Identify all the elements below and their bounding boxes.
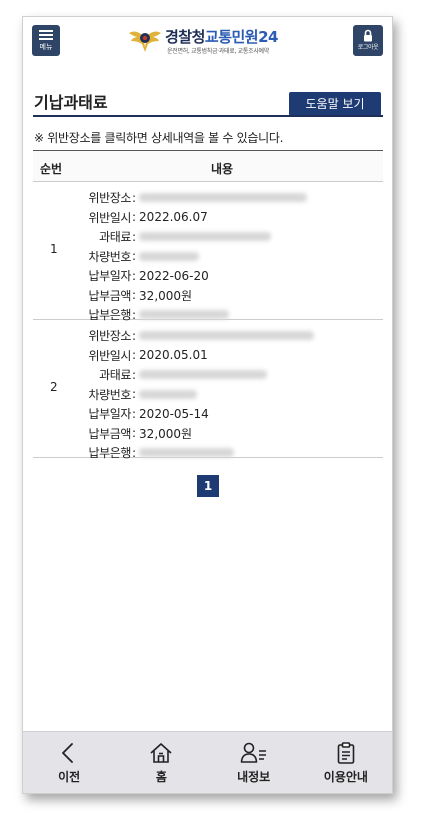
- redacted-value: [139, 389, 198, 399]
- header-number: 순번: [40, 162, 63, 176]
- nav-back[interactable]: 이전: [23, 732, 115, 793]
- menu-button-label: 메뉴: [39, 43, 53, 51]
- fine-name: 과태료:: [75, 365, 314, 385]
- hamburger-icon: [39, 30, 53, 40]
- row-fields: 위반장소: 위반일시:2022.06.07 과태료: 차량번호: 납부일자:20…: [75, 188, 308, 325]
- page-title: 기납과태료: [34, 93, 108, 112]
- redacted-value: [139, 370, 268, 380]
- user-info-icon: [240, 742, 266, 763]
- notice-text: ※ 위반장소를 클릭하면 상세내역을 볼 수 있습니다.: [34, 131, 284, 145]
- payment-amount: 납부금액:32,000원: [88, 426, 193, 441]
- title-divider: [33, 115, 383, 117]
- payment-bank: 납부은행:: [75, 443, 314, 463]
- nav-back-label: 이전: [58, 770, 81, 784]
- paid-fines-table: 순번 내용 1 위반장소: 위반일시:2022.06.07 과태료: 차량번호:…: [33, 150, 383, 460]
- table-row[interactable]: 1 위반장소: 위반일시:2022.06.07 과태료: 차량번호: 납부일자:…: [33, 182, 383, 322]
- violation-date: 위반일시:2022.06.07: [88, 210, 208, 225]
- menu-button[interactable]: 메뉴: [32, 25, 60, 56]
- police-logo[interactable]: 경찰청교통민원24 운전면허, 교통범칙금·과태료, 교통조사예약: [127, 25, 297, 57]
- vehicle-number: 차량번호:: [75, 247, 307, 267]
- table-header: 순번 내용: [33, 150, 383, 182]
- payment-amount: 납부금액:32,000원: [88, 288, 193, 303]
- table-row[interactable]: 2 위반장소: 위반일시:2020.05.01 과태료: 차량번호: 납부일자:…: [33, 320, 383, 460]
- nav-my-info[interactable]: 내정보: [208, 732, 300, 793]
- logout-button[interactable]: 로그아웃: [353, 25, 383, 56]
- logout-button-label: 로그아웃: [357, 44, 379, 51]
- nav-my-info-label: 내정보: [237, 770, 271, 784]
- vehicle-number: 차량번호:: [75, 385, 314, 405]
- payment-date: 납부일자:2022-06-20: [88, 268, 209, 284]
- logo-subtitle: 운전면허, 교통범칙금·과태료, 교통조사예약: [167, 48, 269, 55]
- violation-date: 위반일시:2020.05.01: [88, 348, 208, 363]
- payment-date: 납부일자:2020-05-14: [88, 406, 209, 422]
- violation-place[interactable]: 위반장소:: [75, 326, 315, 346]
- phone-frame: 메뉴 경찰청교통민원24 운전면허, 교통범칙금·과태료, 교통조사예약 로그아…: [22, 16, 393, 794]
- nav-guide[interactable]: 이용안내: [300, 732, 392, 793]
- row-fields: 위반장소: 위반일시:2020.05.01 과태료: 차량번호: 납부일자:20…: [75, 326, 315, 463]
- nav-guide-label: 이용안내: [323, 770, 368, 784]
- logo-title: 경찰청교통민원24: [165, 28, 278, 46]
- redacted-value: [139, 193, 308, 203]
- home-icon: [150, 743, 172, 763]
- nav-home[interactable]: 홈: [115, 732, 207, 793]
- header-content: 내용: [211, 162, 234, 176]
- redacted-value: [139, 448, 235, 458]
- redacted-value: [139, 331, 315, 341]
- row-number: 2: [50, 380, 58, 394]
- fine-name: 과태료:: [75, 227, 307, 247]
- row-number: 1: [50, 242, 58, 256]
- nav-home-label: 홈: [155, 770, 167, 784]
- violation-place[interactable]: 위반장소:: [75, 188, 308, 208]
- back-arrow-icon: [62, 743, 74, 763]
- bottom-nav: 이전 홈 내정보 이용안내: [23, 731, 392, 793]
- lock-icon: [364, 29, 372, 42]
- help-button[interactable]: 도움말 보기: [289, 92, 381, 116]
- police-emblem-icon: [129, 31, 161, 52]
- redacted-value: [139, 232, 272, 242]
- page-1-button[interactable]: 1: [197, 475, 219, 497]
- clipboard-icon: [337, 742, 355, 764]
- app-header: 메뉴 경찰청교통민원24 운전면허, 교통범칙금·과태료, 교통조사예약 로그아…: [23, 17, 392, 65]
- redacted-value: [139, 251, 200, 261]
- redacted-value: [139, 310, 230, 320]
